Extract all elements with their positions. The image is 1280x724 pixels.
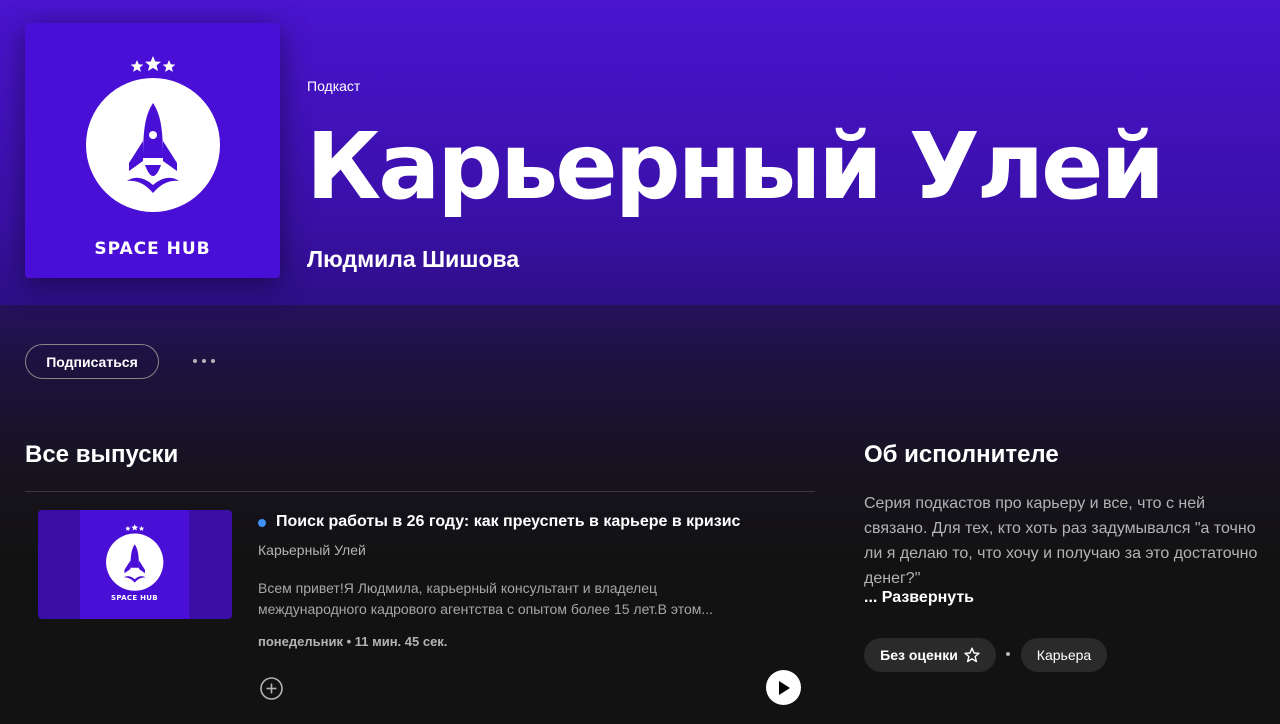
divider xyxy=(25,491,815,492)
episode-show-name[interactable]: Карьерный Улей xyxy=(258,542,366,558)
episode-artwork[interactable]: SPACE HUB xyxy=(38,510,232,619)
episode-title[interactable]: Поиск работы в 26 году: как преуспеть в … xyxy=(276,513,740,531)
podcast-cover: SPACE HUB xyxy=(25,23,280,278)
separator-dot xyxy=(1006,652,1010,656)
content-type-label: Подкаст xyxy=(307,78,361,94)
episode-description-line: Всем привет!Я Людмила, карьерный консуль… xyxy=(258,580,658,596)
about-text: Серия подкастов про карьеру и все, что с… xyxy=(864,495,1258,587)
rating-button[interactable]: Без оценки xyxy=(864,638,996,672)
star-icon xyxy=(964,647,980,663)
subscribe-button[interactable]: Подписаться xyxy=(25,344,159,379)
rating-label: Без оценки xyxy=(880,647,958,663)
episode-art-text: SPACE HUB xyxy=(111,594,158,602)
new-episode-indicator xyxy=(258,519,266,527)
cover-text: SPACE HUB xyxy=(94,239,211,259)
add-to-library-icon[interactable] xyxy=(259,676,284,701)
expand-button[interactable]: ... Развернуть xyxy=(864,589,974,607)
more-options-icon[interactable] xyxy=(186,349,222,373)
episodes-heading: Все выпуски xyxy=(25,441,179,468)
author-link[interactable]: Людмила Шишова xyxy=(307,246,519,273)
category-tag[interactable]: Карьера xyxy=(1021,638,1107,672)
episode-description: Всем привет!Я Людмила, карьерный консуль… xyxy=(258,578,778,620)
play-button[interactable] xyxy=(766,670,801,705)
play-icon xyxy=(778,680,790,695)
rocket-logo-icon xyxy=(106,524,164,591)
about-heading: Об исполнителе xyxy=(864,441,1059,468)
episode-description-line: международного кадрового агентства с опы… xyxy=(258,601,714,617)
page-title: Карьерный Улей xyxy=(306,113,1165,220)
episode-meta: понедельник • 11 мин. 45 сек. xyxy=(258,634,448,649)
